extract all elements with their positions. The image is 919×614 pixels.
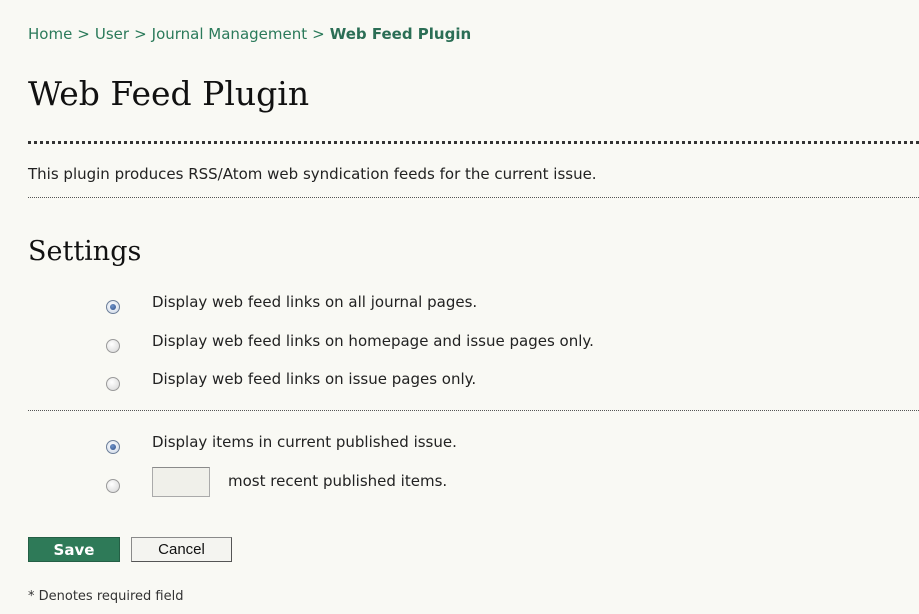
description-divider: [28, 197, 919, 198]
display-all-pages-label: Display web feed links on all journal pa…: [152, 293, 478, 311]
recent-items-label: most recent published items.: [228, 472, 448, 490]
title-divider: [28, 141, 919, 144]
breadcrumb-current-link[interactable]: Web Feed Plugin: [330, 25, 471, 43]
page-title: Web Feed Plugin: [28, 74, 310, 113]
display-option-homepage-issue: Display web feed links on homepage and i…: [106, 330, 594, 356]
display-option-issue-only: Display web feed links on issue pages on…: [106, 368, 476, 394]
breadcrumb-home-link[interactable]: Home: [28, 25, 72, 43]
save-button[interactable]: Save: [28, 537, 120, 562]
recent-items-count-input[interactable]: [152, 467, 210, 497]
breadcrumb-separator: >: [312, 25, 325, 43]
plugin-description: This plugin produces RSS/Atom web syndic…: [28, 165, 597, 183]
display-issue-only-label: Display web feed links on issue pages on…: [152, 370, 477, 388]
recent-items-radio[interactable]: [106, 479, 120, 493]
settings-heading: Settings: [28, 236, 142, 267]
settings-divider: [28, 410, 919, 411]
required-field-note: * Denotes required field: [28, 589, 184, 604]
display-option-all-pages: Display web feed links on all journal pa…: [106, 291, 477, 317]
breadcrumb: Home > User > Journal Management > Web Feed Pl…: [28, 25, 471, 43]
cancel-button[interactable]: Cancel: [131, 537, 232, 562]
display-issue-only-radio[interactable]: [106, 377, 120, 391]
items-option-current-issue: Display items in current published issue…: [106, 431, 457, 457]
breadcrumb-separator: >: [77, 25, 90, 43]
current-issue-label: Display items in current published issue…: [152, 433, 457, 451]
display-all-pages-radio[interactable]: [106, 300, 120, 314]
breadcrumb-journal-management-link[interactable]: Journal Management: [152, 25, 307, 43]
breadcrumb-separator: >: [134, 25, 147, 43]
display-homepage-issue-label: Display web feed links on homepage and i…: [152, 332, 594, 350]
items-option-recent: most recent published items.: [106, 467, 447, 497]
display-homepage-issue-radio[interactable]: [106, 339, 120, 353]
breadcrumb-user-link[interactable]: User: [95, 25, 129, 43]
current-issue-radio[interactable]: [106, 440, 120, 454]
